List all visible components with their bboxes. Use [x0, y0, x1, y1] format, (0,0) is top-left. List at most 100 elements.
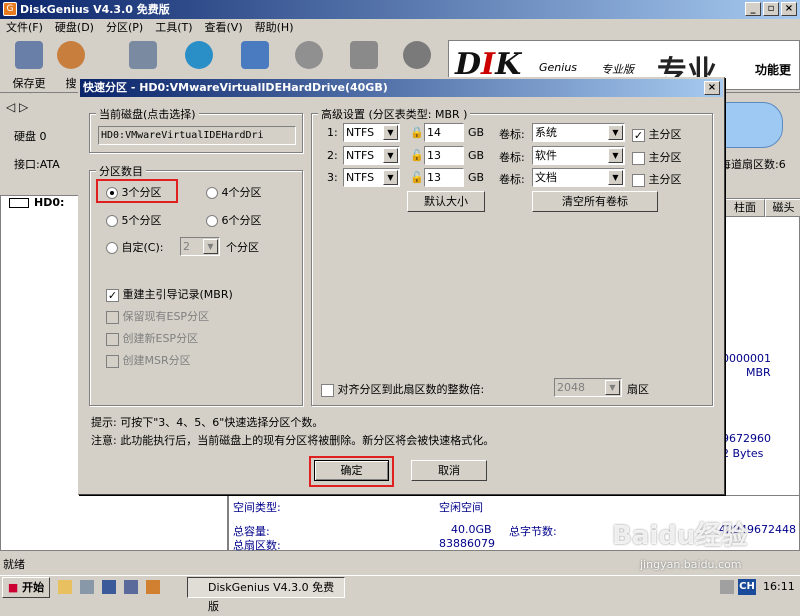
primary-checkbox[interactable]: 主分区	[632, 149, 682, 165]
checkbox-icon	[632, 151, 645, 165]
hint-text: 提示: 可按下"3、4、5、6"快速选择分区个数。	[91, 416, 324, 429]
col-head[interactable]: 磁头	[765, 199, 800, 217]
volume-label-select[interactable]: 系统 ▼	[532, 123, 625, 142]
menu-partition[interactable]: 分区(P)	[100, 19, 149, 37]
volume-label-caption: 卷标:	[499, 151, 525, 164]
create-esp-checkbox[interactable]: 创建新ESP分区	[106, 330, 198, 346]
align-checkbox[interactable]: 对齐分区到此扇区数的整数倍:	[321, 381, 484, 397]
null-icon	[295, 41, 323, 69]
menu-view[interactable]: 查看(V)	[199, 19, 249, 37]
keep-esp-checkbox[interactable]: 保留现有ESP分区	[106, 308, 209, 324]
checkbox-icon	[632, 173, 645, 187]
close-button[interactable]: ×	[781, 2, 797, 16]
space-type-value: 空闲空间	[439, 501, 483, 514]
col-cylinder[interactable]: 柱面	[725, 199, 765, 217]
disk-label: 硬盘 0	[14, 130, 47, 143]
disk-graphic-area: 每道扇区数:6	[720, 94, 800, 198]
app-shortcut-icon[interactable]	[124, 580, 138, 594]
maximize-button[interactable]: ▫	[763, 2, 779, 16]
size-input[interactable]: 14	[424, 123, 464, 142]
radio-4-partitions[interactable]: 4个分区	[206, 184, 262, 200]
brand-pro: 专业版	[601, 63, 634, 76]
primary-checkbox[interactable]: ✓ 主分区	[632, 126, 682, 142]
filesystem-select[interactable]: NTFS ▼	[343, 146, 400, 165]
row-index: 2:	[327, 149, 338, 162]
value-2: MBR	[746, 366, 771, 379]
task-diskgenius[interactable]: DiskGenius V4.3.0 免费版	[187, 577, 345, 613]
volume-label-select[interactable]: 软件 ▼	[532, 146, 625, 165]
radio-5-partitions[interactable]: 5个分区	[106, 212, 162, 228]
save-changes-button[interactable]: 保存更改	[10, 41, 48, 106]
checkbox-icon	[321, 383, 334, 397]
dialog-close-button[interactable]: ×	[704, 81, 720, 95]
dialog-title: 快速分区 - HD0:VMwareVirtualIDEHardDrive(40G…	[80, 79, 723, 97]
chevron-down-icon: ▼	[383, 125, 398, 140]
radio-custom[interactable]: 自定(C):	[106, 239, 163, 255]
custom-unit: 个分区	[226, 241, 259, 254]
custom-count-select[interactable]: 2 ▼	[180, 237, 220, 256]
size-input[interactable]: 13	[424, 146, 464, 165]
lock-icon[interactable]: 🔓	[410, 149, 424, 162]
radio-5-icon	[106, 215, 118, 227]
clock: 16:11	[763, 580, 795, 593]
volume-label-select[interactable]: 文档 ▼	[532, 168, 625, 187]
search-label: 搜	[65, 77, 77, 90]
disk-upload-icon	[129, 41, 157, 69]
folder-icon[interactable]	[58, 580, 72, 594]
radio-4-icon	[206, 187, 218, 199]
total-sectors-value: 83886079	[439, 537, 495, 550]
chevron-down-icon: ▼	[608, 170, 623, 185]
volume-label-caption: 卷标:	[499, 173, 525, 186]
taskbar: ■ 开始 DiskGenius V4.3.0 免费版 CH 16:11	[0, 575, 800, 613]
radio-6-icon	[206, 215, 218, 227]
advanced-label: 高级设置 (分区表类型: MBR )	[318, 106, 471, 122]
tray-icon[interactable]	[720, 580, 734, 594]
window-title-bar: DiskGenius V4.3.0 免费版	[0, 0, 800, 19]
interface-label: 接口:ATA	[14, 158, 60, 171]
trash-icon	[350, 41, 378, 69]
current-disk-field[interactable]: HD0:VMwareVirtualIDEHardDri	[98, 126, 296, 145]
menu-file[interactable]: 文件(F)	[0, 19, 49, 37]
default-size-button[interactable]: 默认大小	[407, 191, 485, 212]
diskgenius-shortcut-icon[interactable]	[146, 580, 160, 594]
partition-count-label: 分区数目	[96, 163, 146, 179]
create-msr-checkbox[interactable]: 创建MSR分区	[106, 352, 191, 368]
network-icon[interactable]	[80, 580, 94, 594]
cancel-button[interactable]: 取消	[411, 460, 487, 481]
chevron-down-icon: ▼	[383, 148, 398, 163]
menu-disk[interactable]: 硬盘(D)	[49, 19, 100, 37]
menu-help[interactable]: 帮助(H)	[249, 19, 300, 37]
primary-checkbox[interactable]: 主分区	[632, 171, 682, 187]
partition-table: 柱面 磁头 0000001 MBR 9672960 2 Bytes	[722, 198, 800, 498]
menu-bar: 文件(F) 硬盘(D) 分区(P) 工具(T) 查看(V) 帮助(H)	[0, 19, 800, 37]
filesystem-select[interactable]: NTFS ▼	[343, 123, 400, 142]
minimize-button[interactable]: _	[745, 2, 761, 16]
disk-tree-icon	[9, 198, 29, 208]
lock-icon[interactable]: 🔓	[410, 171, 424, 184]
nav-arrows[interactable]: ◁ ▷	[6, 100, 28, 114]
ok-button[interactable]: 确定	[314, 460, 389, 481]
size-input[interactable]: 13	[424, 168, 464, 187]
radio-3-partitions[interactable]: 3个分区	[106, 184, 162, 200]
menu-tools[interactable]: 工具(T)	[149, 19, 198, 37]
align-sectors-select[interactable]: 2048 ▼	[554, 378, 622, 397]
radio-6-partitions[interactable]: 6个分区	[206, 212, 262, 228]
size-unit: GB	[468, 149, 485, 162]
window-title: DiskGenius V4.3.0 免费版	[20, 3, 170, 16]
windows-logo-icon: ■	[7, 581, 19, 594]
lock-icon[interactable]: 🔒	[410, 126, 424, 139]
rebuild-mbr-checkbox[interactable]: ✓ 重建主引导记录(MBR)	[106, 286, 233, 302]
row-index: 3:	[327, 171, 338, 184]
disk-tree-item[interactable]: HD0:	[34, 196, 64, 209]
current-disk-group: 当前磁盘(点击选择) HD0:VMwareVirtualIDEHardDri	[89, 106, 303, 153]
value-4: 2 Bytes	[722, 447, 764, 460]
filesystem-select[interactable]: NTFS ▼	[343, 168, 400, 187]
brand-logo-suffix: Genius	[539, 61, 578, 74]
clear-labels-button[interactable]: 清空所有卷标	[532, 191, 658, 212]
row-index: 1:	[327, 126, 338, 139]
computer-icon	[241, 41, 269, 69]
chevron-down-icon: ▼	[605, 380, 620, 395]
language-indicator[interactable]: CH	[738, 579, 756, 595]
start-button[interactable]: ■ 开始	[2, 577, 50, 598]
floppy-icon[interactable]	[102, 580, 116, 594]
